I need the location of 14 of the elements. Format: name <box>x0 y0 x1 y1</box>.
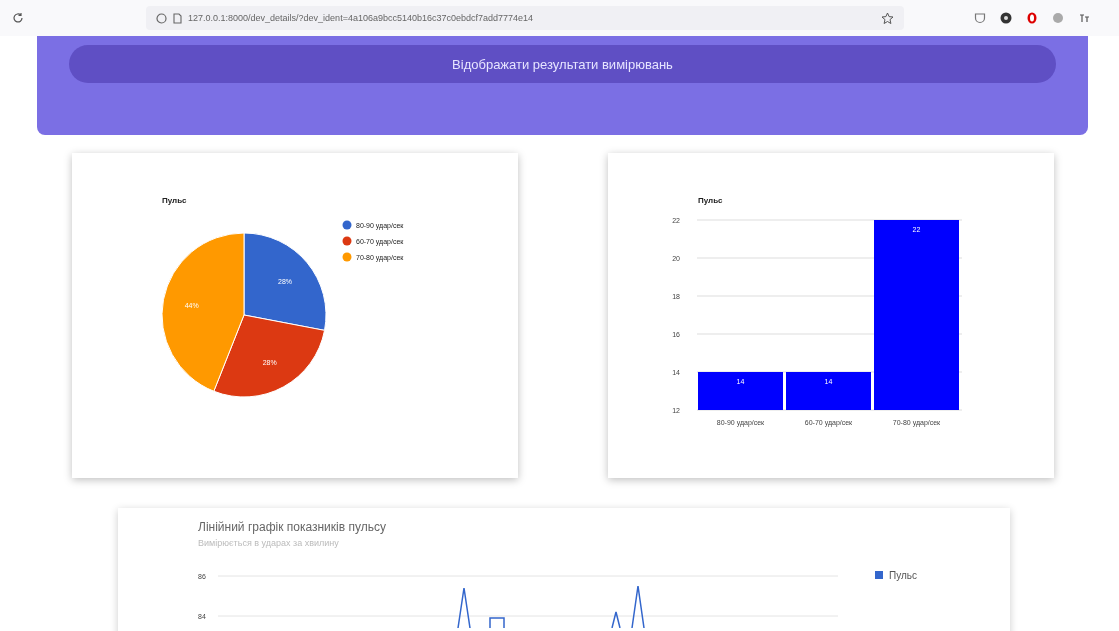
show-results-button[interactable]: Відображати результати вимірювань <box>69 45 1056 83</box>
page-icon <box>173 12 182 24</box>
url-text: 127.0.0.1:8000/dev_details/?dev_ident=4a106a9bcc5140b16c37c0ebdcf7add7774e14 <box>188 13 534 23</box>
reload-icon[interactable] <box>12 12 24 24</box>
pocket-icon[interactable] <box>974 12 986 24</box>
extension-icon[interactable] <box>1000 12 1012 24</box>
chart-subtitle: Вимірюється в ударах за хвилину <box>198 538 340 548</box>
address-bar[interactable]: 127.0.0.1:8000/dev_details/?dev_ident=4a106a9bcc5140b16c37c0ebdcf7add7774e14 <box>146 6 904 30</box>
legend-label: Пульс <box>889 570 917 581</box>
star-icon[interactable] <box>881 11 894 25</box>
chart-title: Пульс <box>698 196 723 205</box>
extension-icon[interactable] <box>1026 12 1038 24</box>
chart-title: Лінійний графік показників пульсу <box>198 520 387 534</box>
chart-title: Пульс <box>162 196 187 205</box>
